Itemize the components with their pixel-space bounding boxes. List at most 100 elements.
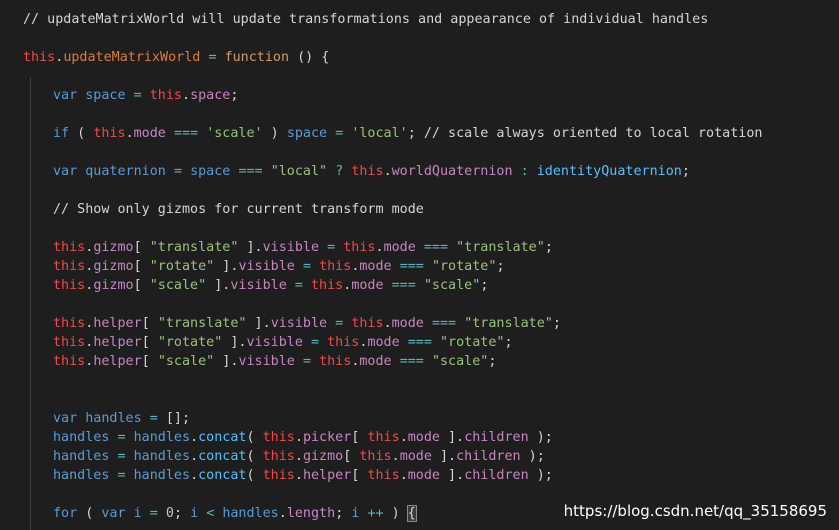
code-token: = (149, 411, 158, 426)
code-token: concat (198, 468, 247, 483)
code-editor[interactable]: // updateMatrixWorld will update transfo… (0, 0, 839, 530)
code-line[interactable]: var space = this.space; (53, 86, 238, 105)
code-token: [ (133, 240, 150, 255)
code-line[interactable]: for ( var i = 0; i < handles.length; i +… (53, 504, 417, 523)
code-token: ( (246, 430, 263, 445)
code-token: = (327, 240, 336, 255)
code-token: = (294, 278, 303, 293)
code-token: === (238, 164, 263, 179)
code-token: visible (238, 259, 295, 274)
code-token: space (190, 164, 231, 179)
code-line[interactable]: this.helper[ "scale" ].visible = this.mo… (53, 352, 496, 371)
code-line[interactable]: // updateMatrixWorld will update transfo… (23, 10, 708, 29)
code-token: mode (407, 430, 440, 445)
code-token: = (117, 468, 126, 483)
code-token: === (173, 126, 199, 141)
code-token: ; (496, 259, 505, 274)
code-line[interactable]: this.updateMatrixWorld = function () { (23, 48, 329, 67)
code-token: ); (528, 468, 553, 483)
code-token: this (327, 335, 360, 350)
code-line[interactable]: var quaternion = space === "local" ? thi… (53, 162, 690, 181)
code-token: handles (133, 449, 191, 464)
code-token: "scale" (423, 278, 481, 293)
code-token: handles (133, 468, 191, 483)
code-token: mode (359, 354, 392, 369)
code-token: identityQuaternion (536, 164, 682, 179)
code-token: ( (77, 506, 102, 521)
code-token: [ (133, 278, 150, 293)
code-token: handles (133, 430, 191, 445)
code-token: === (399, 354, 424, 369)
code-token: = (173, 164, 182, 179)
code-line[interactable]: this. gizmo[ "translate" ].visible = this… (53, 238, 553, 257)
code-token: "translate" (456, 240, 545, 255)
code-token: var (101, 506, 126, 521)
code-token: . (375, 240, 384, 255)
code-token: concat (198, 449, 247, 464)
code-token: helper (93, 354, 142, 369)
code-token: "translate" (149, 240, 239, 255)
code-token: gizmo (93, 240, 134, 255)
code-token: this (53, 354, 86, 369)
code-token: ; (335, 506, 352, 521)
code-token: this (53, 335, 86, 350)
code-token: ]. (246, 316, 271, 331)
code-line[interactable]: handles = handles.concat( this.helper[ t… (53, 466, 553, 485)
code-token: . (190, 430, 199, 445)
code-token: this (262, 430, 295, 445)
code-line[interactable]: var handles = []; (53, 409, 190, 428)
code-line[interactable]: handles = handles.concat( this.picker[ t… (53, 428, 553, 447)
code-token: helper (93, 335, 142, 350)
code-token: worldQuaternion (391, 164, 513, 179)
code-line[interactable]: this.gizmo[ "scale" ].visible = this.mod… (53, 276, 488, 295)
code-token: ]. (206, 278, 231, 293)
code-token: gizmo (93, 259, 134, 274)
code-token: i (190, 506, 199, 521)
code-line[interactable]: this.helper[ "rotate" ].visible = this.m… (53, 333, 513, 352)
code-token: i (133, 506, 142, 521)
code-token: ( (246, 468, 263, 483)
code-token: ); (520, 449, 545, 464)
code-token: mode (359, 259, 392, 274)
code-token: handles (53, 430, 110, 445)
code-token: . (278, 506, 287, 521)
code-token: "rotate" (431, 259, 497, 274)
code-token: this (53, 259, 86, 274)
code-token: === (431, 316, 457, 331)
code-line[interactable]: this.helper[ "translate" ].visible = thi… (53, 314, 561, 333)
code-token: . (294, 449, 303, 464)
code-token: [ (141, 335, 158, 350)
code-token: children (464, 430, 529, 445)
code-token: mode (351, 278, 384, 293)
code-token: = (208, 50, 217, 65)
code-token: []; (157, 411, 191, 426)
code-token: [ (141, 316, 158, 331)
code-line[interactable]: this.gizmo[ "rotate" ].visible = this.mo… (53, 257, 505, 276)
code-line[interactable]: if ( this.mode === 'scale' ) space = 'lo… (53, 124, 762, 143)
code-token: updateMatrixWorld (63, 50, 201, 65)
code-token: quaternion (85, 164, 166, 179)
code-token: ]. (214, 354, 239, 369)
code-token: ); (528, 430, 553, 445)
code-line[interactable]: handles = handles.concat( this.gizmo[ th… (53, 447, 545, 466)
code-token: : (520, 164, 529, 179)
code-token: this (53, 278, 86, 293)
code-line[interactable]: // Show only gizmos for current transfor… (53, 200, 424, 219)
code-token: [ (133, 259, 150, 274)
code-token: "scale" (149, 278, 207, 293)
code-token: children (464, 468, 529, 483)
